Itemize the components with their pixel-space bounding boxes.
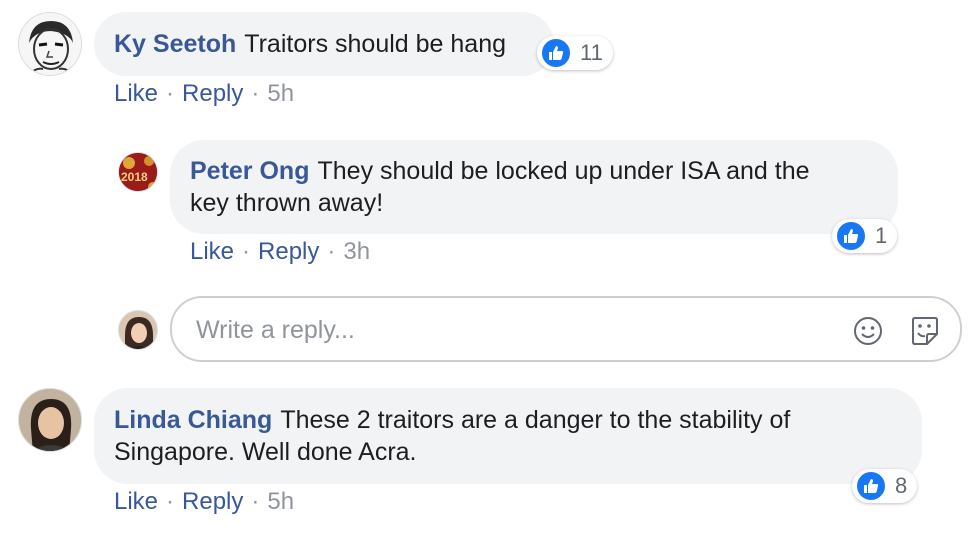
reaction-count: 1 <box>875 223 888 248</box>
like-link[interactable]: Like <box>114 80 158 107</box>
like-link[interactable]: Like <box>114 488 158 515</box>
svg-text:2018: 2018 <box>121 170 148 184</box>
avatar-sketch-face-image <box>19 13 81 75</box>
separator-dot: · <box>166 80 175 107</box>
comment-author[interactable]: Linda Chiang <box>114 406 272 434</box>
thumbs-up-icon <box>835 220 867 252</box>
reply-timestamp[interactable]: 3h <box>343 238 370 265</box>
comment-text: Traitors should be hang <box>244 30 506 58</box>
thumbs-up-icon <box>540 37 572 69</box>
comment-timestamp[interactable]: 5h <box>267 80 294 107</box>
reply-actions: Like · Reply · 3h <box>190 238 370 266</box>
avatar-ky-seetoh[interactable] <box>18 12 82 76</box>
comment-timestamp[interactable]: 5h <box>267 488 294 515</box>
separator-dot: · <box>242 238 251 265</box>
reply-link[interactable]: Reply <box>182 488 243 515</box>
reply-composer[interactable] <box>170 296 962 362</box>
reply-text-line-1: They should be locked up under ISA and t… <box>317 157 810 185</box>
current-user-avatar <box>118 310 158 350</box>
avatar-user-photo <box>119 311 157 349</box>
avatar-linda-chiang[interactable] <box>18 388 82 452</box>
separator-dot: · <box>251 80 260 107</box>
reply-text-line-2: key thrown away! <box>190 189 384 217</box>
reply-bubble-peter-ong: Peter Ong They should be locked up under … <box>170 140 898 234</box>
comment-actions: Like · Reply · 5h <box>114 488 294 516</box>
separator-dot: · <box>251 488 260 515</box>
reply-input[interactable] <box>194 298 798 362</box>
reaction-count-badge[interactable]: 1 <box>832 219 898 253</box>
reply-author[interactable]: Peter Ong <box>190 157 309 185</box>
avatar-peter-ong[interactable]: 2018 <box>118 152 158 192</box>
avatar-user-photo <box>19 389 81 451</box>
comment-author[interactable]: Ky Seetoh <box>114 30 236 58</box>
comment-text-line-1: These 2 traitors are a danger to the sta… <box>280 406 791 434</box>
reaction-count: 8 <box>895 473 908 498</box>
like-link[interactable]: Like <box>190 238 234 265</box>
reply-link[interactable]: Reply <box>182 80 243 107</box>
reaction-count-badge[interactable]: 11 <box>537 36 613 70</box>
sticker-icon[interactable] <box>908 314 942 353</box>
separator-dot: · <box>327 238 336 265</box>
separator-dot: · <box>166 488 175 515</box>
comment-bubble-linda-chiang: Linda Chiang These 2 traitors are a dange… <box>94 388 922 484</box>
reaction-count: 11 <box>580 40 603 65</box>
thumbs-up-icon <box>855 470 887 502</box>
avatar-new-year-image: 2018 <box>119 153 157 191</box>
comment-text-line-2: Singapore. Well done Acra. <box>114 438 417 466</box>
smiley-icon[interactable] <box>852 315 884 352</box>
reaction-count-badge[interactable]: 8 <box>852 469 918 503</box>
comment-actions: Like · Reply · 5h <box>114 80 294 108</box>
comment-bubble-ky-seetoh: Ky Seetoh Traitors should be hang <box>94 12 554 76</box>
reply-link[interactable]: Reply <box>258 238 319 265</box>
